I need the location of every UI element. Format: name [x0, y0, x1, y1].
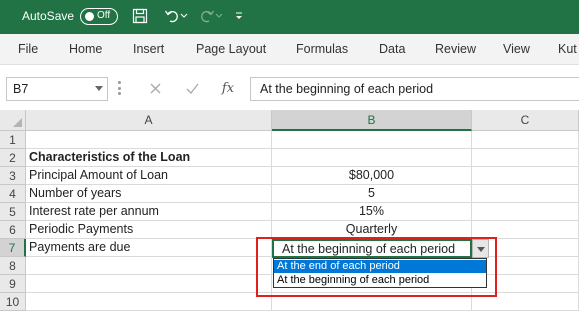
- formula-bar-resize-handle[interactable]: [118, 81, 121, 95]
- tab-insert[interactable]: Insert: [133, 42, 164, 56]
- column-header-a[interactable]: A: [26, 110, 272, 131]
- name-box-dropdown-icon[interactable]: [95, 86, 103, 91]
- title-bar: AutoSave Off: [0, 0, 579, 34]
- autosave-toggle[interactable]: Off: [80, 8, 118, 25]
- name-box-value: B7: [13, 82, 29, 96]
- row-header-4[interactable]: 4: [0, 185, 26, 203]
- cell-a4[interactable]: Number of years: [26, 185, 272, 203]
- cell-c5[interactable]: [472, 203, 579, 221]
- cell-a2-text: Characteristics of the Loan: [29, 150, 191, 164]
- cell-a7-text: Payments are due: [29, 240, 131, 254]
- cell-b5[interactable]: 15%: [272, 203, 472, 221]
- red-highlight-box: [256, 237, 497, 297]
- name-box[interactable]: B7: [6, 77, 108, 101]
- cell-a1[interactable]: [26, 131, 272, 149]
- cancel-icon[interactable]: [143, 78, 167, 98]
- cell-a7[interactable]: Payments are due: [26, 239, 272, 257]
- select-all-button[interactable]: [0, 110, 26, 131]
- cell-a3[interactable]: Principal Amount of Loan: [26, 167, 272, 185]
- tab-file[interactable]: File: [18, 42, 38, 56]
- row-header-2[interactable]: 2: [0, 149, 26, 167]
- tab-formulas[interactable]: Formulas: [296, 42, 348, 56]
- cell-c4[interactable]: [472, 185, 579, 203]
- insert-function-icon[interactable]: fx: [216, 78, 240, 98]
- cell-c1[interactable]: [472, 131, 579, 149]
- cell-a5-text: Interest rate per annum: [29, 204, 159, 218]
- cell-b2[interactable]: [272, 149, 472, 167]
- cell-b1[interactable]: [272, 131, 472, 149]
- tab-review[interactable]: Review: [435, 42, 476, 56]
- cell-a8[interactable]: [26, 257, 272, 275]
- row-header-3[interactable]: 3: [0, 167, 26, 185]
- save-icon[interactable]: [129, 5, 151, 27]
- formula-value: At the beginning of each period: [260, 82, 434, 96]
- cell-c3[interactable]: [472, 167, 579, 185]
- formula-bar-area: B7 fx At the beginning of each period: [0, 64, 579, 110]
- row-header-5[interactable]: 5: [0, 203, 26, 221]
- toggle-knob: [85, 12, 94, 21]
- tab-data[interactable]: Data: [379, 42, 405, 56]
- row-header-6[interactable]: 6: [0, 221, 26, 239]
- row-header-7[interactable]: 7: [0, 239, 26, 257]
- cell-a6-text: Periodic Payments: [29, 222, 134, 236]
- row-header-1[interactable]: 1: [0, 131, 26, 149]
- cell-a4-text: Number of years: [29, 186, 122, 200]
- tab-page-layout[interactable]: Page Layout: [196, 42, 266, 56]
- formula-input[interactable]: At the beginning of each period: [250, 77, 579, 101]
- ribbon-tabs: File Home Insert Page Layout Formulas Da…: [0, 34, 579, 64]
- worksheet-grid: A B C 1 2 3 4 5 6 7 8 9 10 Characteristi…: [0, 110, 579, 319]
- column-header-b[interactable]: B: [272, 110, 472, 131]
- tab-view[interactable]: View: [503, 42, 530, 56]
- redo-dropdown-icon[interactable]: [213, 5, 225, 27]
- row-header-9[interactable]: 9: [0, 275, 26, 293]
- customize-qat-icon[interactable]: [228, 5, 250, 27]
- cell-a3-text: Principal Amount of Loan: [29, 168, 168, 182]
- row-header-10[interactable]: 10: [0, 293, 26, 311]
- undo-dropdown-icon[interactable]: [178, 5, 190, 27]
- enter-check-icon[interactable]: [180, 78, 204, 98]
- autosave-state: Off: [97, 10, 111, 21]
- column-header-c[interactable]: C: [472, 110, 579, 131]
- cell-a2[interactable]: Characteristics of the Loan: [26, 149, 272, 167]
- autosave-label: AutoSave: [22, 9, 75, 23]
- cell-c2[interactable]: [472, 149, 579, 167]
- cell-b3[interactable]: $80,000: [272, 167, 472, 185]
- cell-a6[interactable]: Periodic Payments: [26, 221, 272, 239]
- tab-home[interactable]: Home: [69, 42, 102, 56]
- row-header-8[interactable]: 8: [0, 257, 26, 275]
- cell-a9[interactable]: [26, 275, 272, 293]
- tab-kutools[interactable]: Kut: [558, 42, 577, 56]
- cell-a5[interactable]: Interest rate per annum: [26, 203, 272, 221]
- cell-b4[interactable]: 5: [272, 185, 472, 203]
- cell-a10[interactable]: [26, 293, 272, 311]
